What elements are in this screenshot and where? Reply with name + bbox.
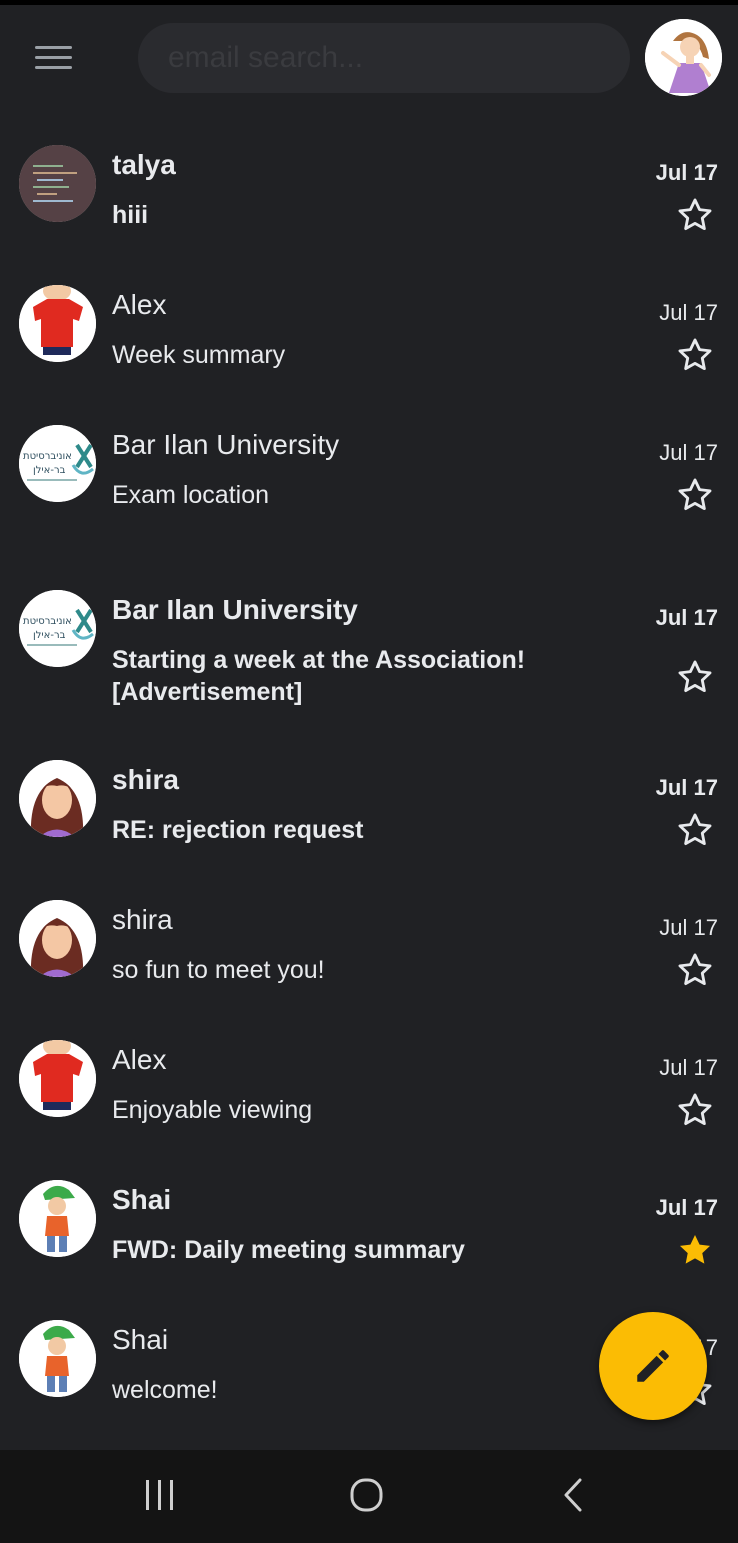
home-icon bbox=[350, 1478, 383, 1512]
email-subject: welcome! bbox=[112, 1376, 218, 1404]
girl-avatar-icon bbox=[19, 760, 96, 837]
svg-text:אוניברסיטת: אוניברסיטת bbox=[23, 616, 72, 627]
star-icon[interactable] bbox=[676, 1091, 714, 1129]
boy-green-cap-avatar-icon bbox=[19, 1180, 96, 1257]
email-date: Jul 17 bbox=[659, 1055, 718, 1080]
hamburger-menu-icon bbox=[35, 46, 72, 49]
star-icon[interactable] bbox=[676, 951, 714, 989]
star-icon[interactable] bbox=[676, 336, 714, 374]
star-icon[interactable] bbox=[676, 658, 714, 696]
boy-green-cap-avatar-icon bbox=[19, 1320, 96, 1397]
svg-text:אוניברסיטת: אוניברסיטת bbox=[23, 451, 72, 462]
star-icon[interactable] bbox=[676, 476, 714, 514]
recent-apps-icon bbox=[146, 1480, 173, 1510]
inbox-screen: talyahiiiJul 17AlexWeek summaryJul 17אונ… bbox=[0, 5, 738, 1450]
email-subject: hiii bbox=[112, 201, 149, 229]
email-row[interactable]: shira so fun to meet you! Jul 17 bbox=[0, 895, 738, 1025]
email-subject: FWD: Daily meeting summary bbox=[112, 1236, 465, 1264]
email-date: Jul 17 bbox=[659, 440, 718, 465]
email-row[interactable]: talya hiii Jul 17 bbox=[0, 140, 738, 270]
boy-red-shirt-avatar-icon bbox=[19, 285, 96, 362]
email-date: Jul 17 bbox=[655, 1195, 718, 1220]
email-row[interactable]: Alex Enjoyable viewing Jul 17 bbox=[0, 1035, 738, 1165]
top-bar bbox=[0, 5, 738, 115]
email-sender: Shai bbox=[112, 1184, 172, 1215]
email-subject: so fun to meet you! bbox=[112, 956, 325, 984]
email-date: Jul 17 bbox=[655, 160, 718, 185]
compose-button[interactable] bbox=[599, 1312, 707, 1420]
profile-avatar[interactable] bbox=[645, 19, 722, 96]
email-row[interactable]: Shai FWD: Daily meeting summary Jul 17 bbox=[0, 1175, 738, 1305]
email-row[interactable]: shira RE: rejection request Jul 17 bbox=[0, 755, 738, 885]
search-input[interactable] bbox=[138, 23, 630, 93]
university-logo-avatar-icon: אוניברסיטת בר-אילן bbox=[19, 590, 96, 667]
star-icon[interactable] bbox=[676, 811, 714, 849]
pencil-icon bbox=[637, 1350, 669, 1382]
email-subject: RE: rejection request bbox=[112, 816, 364, 844]
boy-red-shirt-avatar-icon bbox=[19, 1040, 96, 1117]
menu-button[interactable] bbox=[30, 43, 78, 79]
svg-text:בר-אילן: בר-אילן bbox=[33, 630, 66, 641]
girl-purple-dress-avatar-icon bbox=[645, 19, 722, 96]
email-sender: shira bbox=[112, 764, 179, 795]
email-sender: Shai bbox=[112, 1324, 169, 1355]
svg-text:בר-אילן: בר-אילן bbox=[33, 465, 66, 476]
email-sender: shira bbox=[112, 904, 173, 935]
email-row[interactable]: Alex Week summary Jul 17 bbox=[0, 280, 738, 410]
email-sender: talya bbox=[112, 149, 176, 180]
email-sender: Alex bbox=[112, 1044, 167, 1075]
email-date: Jul 17 bbox=[655, 605, 718, 630]
email-date: Jul 17 bbox=[659, 300, 718, 325]
university-logo-avatar-icon: אוניברסיטת בר-אילן bbox=[19, 425, 96, 502]
back-button[interactable] bbox=[552, 1476, 596, 1516]
email-row[interactable]: אוניברסיטת בר-אילן Bar Ilan University Exam… bbox=[0, 420, 738, 550]
email-subject: Enjoyable viewing bbox=[112, 1096, 313, 1124]
email-sender: Bar Ilan University bbox=[112, 594, 358, 625]
star-filled-icon[interactable] bbox=[676, 1231, 714, 1269]
email-subject: Week summary bbox=[112, 341, 286, 369]
code-photo-avatar-icon bbox=[19, 145, 96, 222]
email-subject: Starting a week at the Association! [Adv… bbox=[112, 646, 526, 706]
email-sender: Bar Ilan University bbox=[112, 429, 340, 460]
home-button[interactable] bbox=[345, 1476, 389, 1516]
email-subject: Exam location bbox=[112, 481, 270, 509]
email-row[interactable]: אוניברסיטת בר-אילן Bar Ilan University Star… bbox=[0, 585, 738, 715]
hamburger-line bbox=[35, 66, 72, 69]
star-icon[interactable] bbox=[676, 196, 714, 234]
system-nav-bar bbox=[0, 1450, 738, 1543]
back-icon bbox=[564, 1478, 582, 1512]
email-date: Jul 17 bbox=[659, 915, 718, 940]
girl-avatar-icon bbox=[19, 900, 96, 977]
recent-apps-button[interactable] bbox=[138, 1476, 182, 1516]
hamburger-line bbox=[35, 56, 72, 59]
email-date: Jul 17 bbox=[655, 775, 718, 800]
email-sender: Alex bbox=[112, 289, 167, 320]
